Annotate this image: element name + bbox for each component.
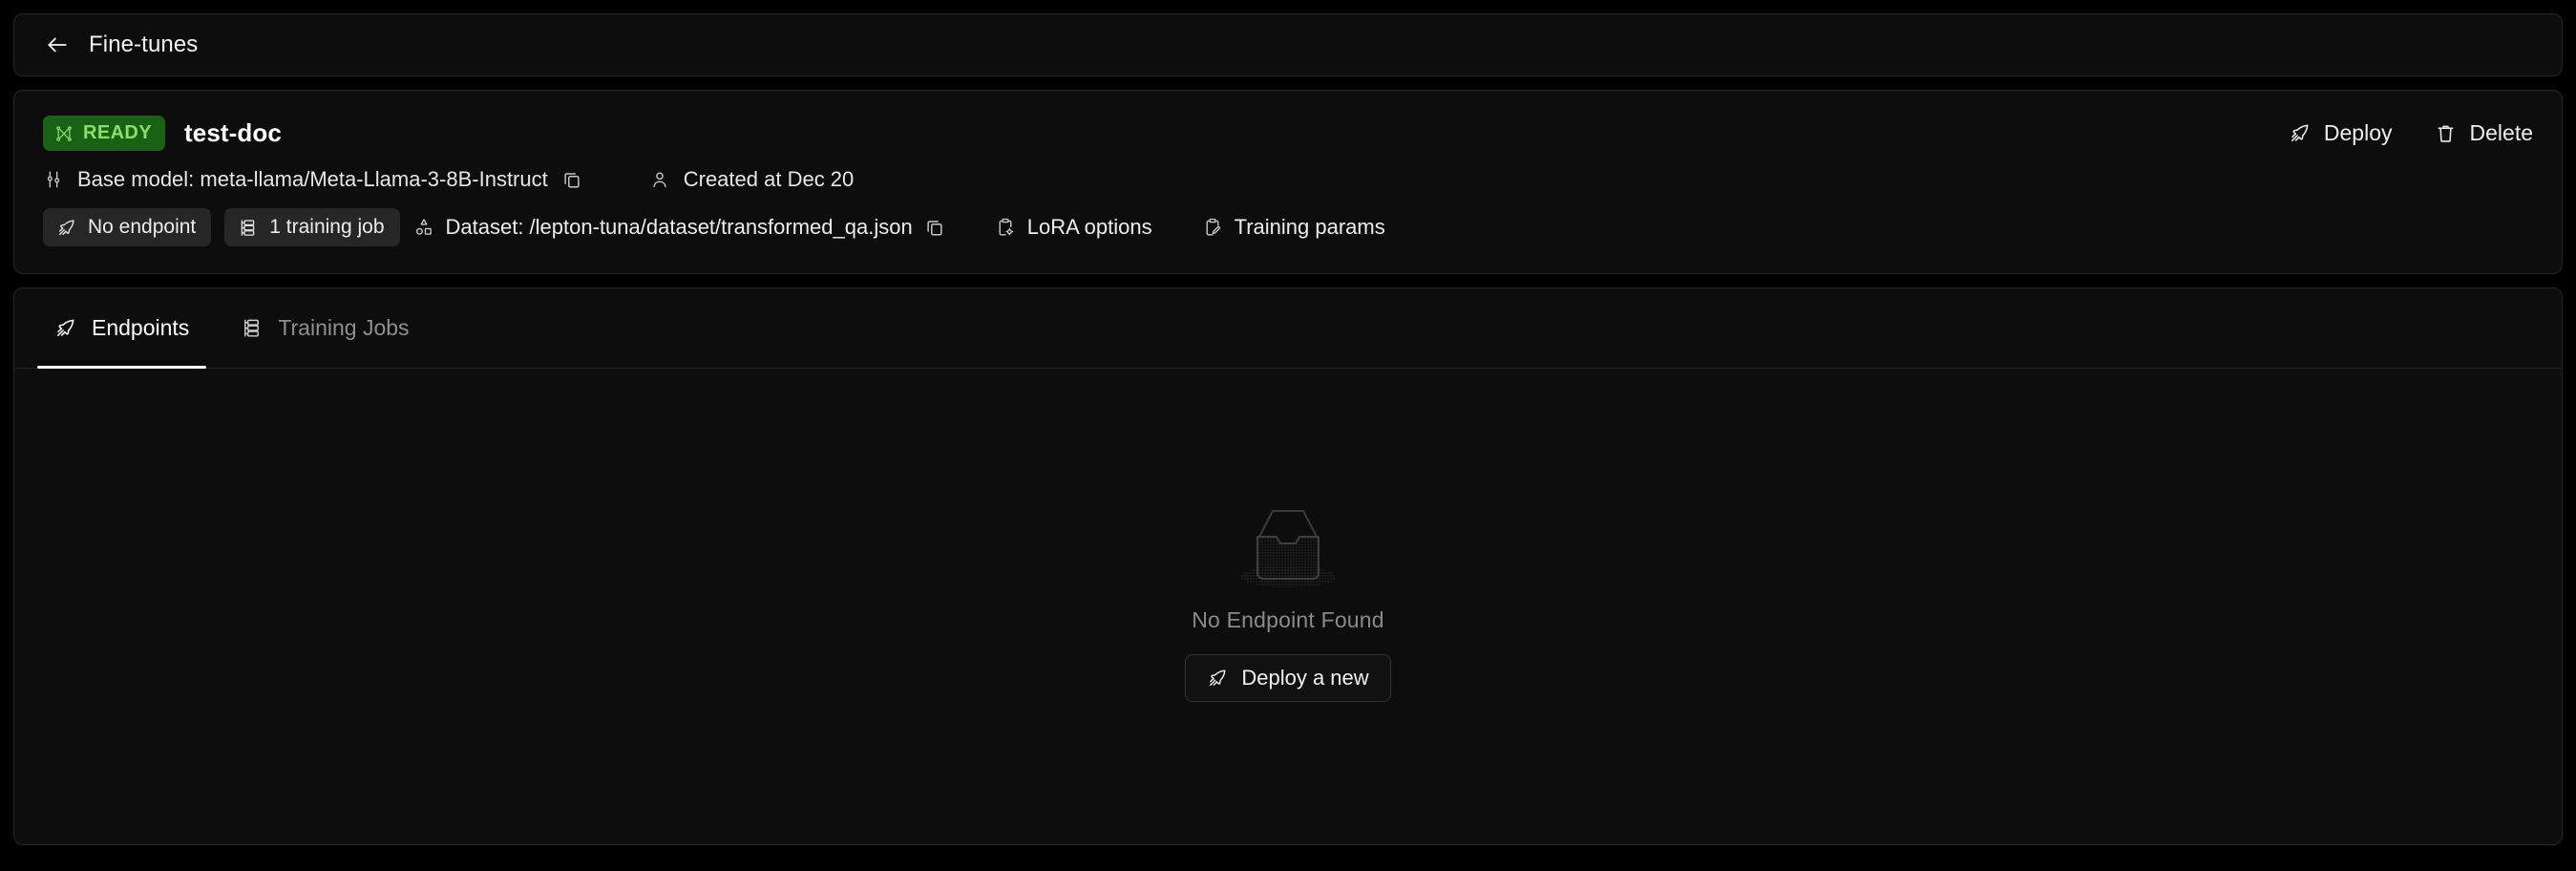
- summary-meta-row: Base model: meta-llama/Meta-Llama-3-8B-I…: [43, 167, 2533, 192]
- sliders-icon: [43, 169, 64, 190]
- tab-endpoints-label: Endpoints: [92, 315, 190, 340]
- dataset-item: Dataset: /lepton-tuna/dataset/transforme…: [413, 215, 945, 240]
- fine-tune-name: test-doc: [184, 118, 282, 147]
- delete-button-label: Delete: [2469, 120, 2533, 145]
- no-endpoint-pill-label: No endpoint: [88, 216, 197, 238]
- summary-title-group: READY test-doc: [43, 116, 282, 151]
- back-label: Fine-tunes: [89, 32, 199, 57]
- copy-dataset-icon[interactable]: [924, 217, 945, 238]
- tab-training-jobs[interactable]: Training Jobs: [223, 288, 426, 368]
- fine-tune-graph-icon: [54, 124, 74, 143]
- arrow-left-icon: [45, 32, 70, 57]
- deploy-a-new-label: Deploy a new: [1241, 665, 1369, 690]
- training-params-button[interactable]: Training params: [1202, 215, 1385, 240]
- content-tabs: Endpoints Training Jobs: [14, 288, 2562, 369]
- deploy-a-new-button[interactable]: Deploy a new: [1185, 653, 1391, 702]
- summary-header-row: READY test-doc Deploy Delete: [43, 116, 2533, 151]
- status-badge-label: READY: [83, 122, 153, 143]
- user-icon: [649, 169, 670, 190]
- tab-training-jobs-label: Training Jobs: [278, 315, 410, 340]
- clipboard-gear-icon: [995, 217, 1016, 238]
- server-list-icon: [241, 317, 263, 339]
- delete-button[interactable]: Delete: [2435, 120, 2533, 146]
- training-job-pill[interactable]: 1 training job: [224, 208, 400, 246]
- shapes-icon: [413, 217, 434, 238]
- rocket-icon: [1207, 668, 1228, 689]
- lora-options-button[interactable]: LoRA options: [995, 215, 1152, 240]
- rocket-icon: [56, 218, 76, 238]
- content-panel: Endpoints Training Jobs No Endpoint Foun…: [13, 287, 2563, 845]
- no-endpoint-pill[interactable]: No endpoint: [43, 208, 212, 246]
- deploy-button[interactable]: Deploy: [2289, 120, 2393, 146]
- base-model-label: Base model: meta-llama/Meta-Llama-3-8B-I…: [77, 167, 548, 191]
- copy-base-model-icon[interactable]: [561, 169, 582, 190]
- endpoints-empty-state: No Endpoint Found Deploy a new: [14, 369, 2562, 844]
- clipboard-pen-icon: [1202, 217, 1223, 238]
- fine-tune-summary-card: READY test-doc Deploy Delete Base model:…: [13, 90, 2563, 274]
- created-at-label: Created at Dec 20: [683, 167, 855, 191]
- status-badge: READY: [43, 116, 166, 151]
- server-list-icon: [238, 218, 258, 238]
- rocket-icon: [2289, 122, 2311, 144]
- back-to-fine-tunes-button[interactable]: Fine-tunes: [45, 32, 198, 58]
- lora-options-label: LoRA options: [1026, 215, 1152, 239]
- empty-inbox-tray-icon: [1227, 495, 1349, 607]
- tab-endpoints[interactable]: Endpoints: [37, 288, 207, 369]
- page-header: Fine-tunes: [13, 13, 2563, 76]
- trash-icon: [2435, 122, 2457, 144]
- summary-actions: Deploy Delete: [2289, 120, 2533, 146]
- rocket-icon: [54, 317, 76, 339]
- summary-tag-row: No endpoint 1 training job Dataset: /lep…: [43, 208, 2533, 246]
- empty-state-message: No Endpoint Found: [1192, 606, 1384, 632]
- page-root: Fine-tunes READY test-doc Deploy Delete …: [0, 0, 2576, 871]
- dataset-label: Dataset: /lepton-tuna/dataset/transforme…: [445, 215, 913, 239]
- base-model-item: Base model: meta-llama/Meta-Llama-3-8B-I…: [43, 167, 582, 192]
- training-params-label: Training params: [1234, 215, 1385, 239]
- created-at-item: Created at Dec 20: [649, 167, 855, 192]
- deploy-button-label: Deploy: [2323, 120, 2393, 145]
- training-job-pill-label: 1 training job: [269, 216, 385, 238]
